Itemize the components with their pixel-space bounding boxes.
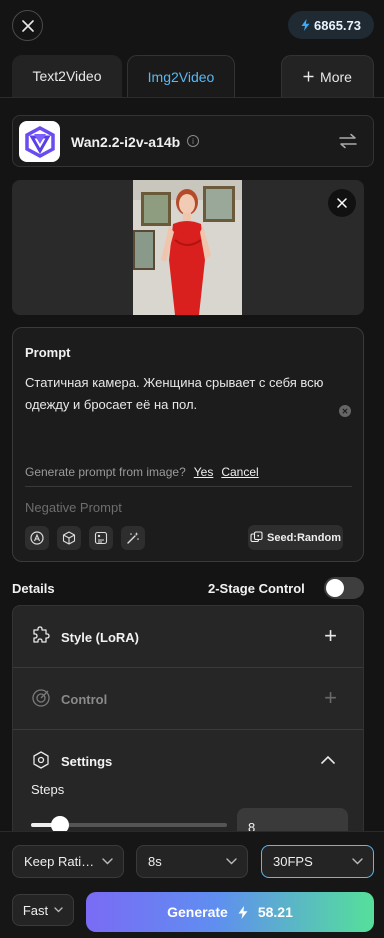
chevron-down-icon [226,858,237,865]
model-selector[interactable]: Wan2.2-i2v-a14b i [12,115,374,167]
settings-label: Settings [61,754,113,769]
tab-img2video[interactable]: Img2Video [127,55,235,97]
uploaded-image-area[interactable] [12,180,364,315]
close-icon [337,198,347,208]
add-style-icon[interactable]: + [324,625,337,647]
generate-label: Generate [167,904,228,920]
model-name: Wan2.2-i2v-a14b [71,134,181,150]
settings-accordion: Style (LoRA) + Control + Settings Steps … [12,605,364,845]
details-label: Details [12,581,55,596]
close-icon [21,19,34,32]
wan-logo-icon [24,125,55,158]
speed-value: Fast [22,902,49,918]
aspect-ratio-value: Keep Rati… [24,854,95,869]
chevron-down-icon [54,907,63,913]
two-stage-label: 2-Stage Control [208,581,305,596]
toggle-knob [326,579,344,597]
chevron-down-icon [352,858,363,865]
prompt-card: Prompt Статичная камера. Женщина срывает… [12,327,364,562]
generate-cost: 58.21 [257,904,293,920]
prompt-label: Prompt [25,345,71,360]
seed-button[interactable]: Seed:Random [248,525,343,550]
aspect-ratio-select[interactable]: Keep Rati… [12,845,124,878]
cube-button[interactable] [57,526,81,550]
generate-button[interactable]: Generate 58.21 [86,892,374,932]
image-prompt-button[interactable] [89,526,113,550]
tab-more[interactable]: More [281,55,374,97]
swap-icon[interactable] [339,133,357,149]
fps-select[interactable]: 30FPS [261,845,374,878]
clear-prompt-icon[interactable]: ✕ [339,405,351,417]
tab-more-label: More [320,68,352,85]
bottom-bar: Keep Rati… 8s 30FPS Fast Generate 58.21 [0,831,384,938]
plus-icon [303,71,314,82]
tab-text2video[interactable]: Text2Video [12,55,122,97]
magic-wand-icon [127,532,139,544]
chevron-down-icon [102,858,113,865]
accordion-control[interactable]: Control + [13,668,363,730]
generate-cancel-link[interactable]: Cancel [221,465,258,479]
close-button[interactable] [12,10,43,41]
style-lora-label: Style (LoRA) [61,630,139,645]
chevron-up-icon[interactable] [321,755,335,764]
translate-icon [30,531,44,545]
target-icon [32,689,50,707]
prompt-divider [25,486,352,487]
accordion-settings[interactable]: Settings [13,730,363,792]
uploaded-photo [133,180,242,315]
settings-hexagon-icon [33,751,49,769]
translate-button[interactable] [25,526,49,550]
accordion-style-lora[interactable]: Style (LoRA) + [13,606,363,668]
model-logo [19,121,60,162]
seed-label: Seed:Random [267,531,341,544]
lightning-icon [301,19,310,31]
generate-yes-link[interactable]: Yes [194,465,214,479]
generate-question: Generate prompt from image? [25,465,186,479]
dice-icon [250,531,263,543]
credits-value: 6865.73 [314,17,361,33]
remove-image-button[interactable] [328,189,356,217]
add-control-icon[interactable]: + [324,687,337,709]
prompt-textarea[interactable]: Статичная камера. Женщина срывает с себя… [25,372,325,416]
credits-badge[interactable]: 6865.73 [288,11,374,39]
two-stage-toggle[interactable] [324,577,364,599]
generate-from-image-row: Generate prompt from image? Yes Cancel [25,465,259,479]
puzzle-icon [33,626,50,643]
duration-value: 8s [148,854,162,869]
duration-select[interactable]: 8s [136,845,248,878]
magic-wand-button[interactable] [121,526,145,550]
control-label: Control [61,692,108,707]
fps-value: 30FPS [273,854,313,869]
negative-prompt-input[interactable]: Negative Prompt [25,500,122,515]
lightning-icon [238,905,248,919]
steps-label: Steps [31,782,65,797]
tabs-divider [0,97,384,98]
image-text-icon [94,531,108,545]
info-icon[interactable]: i [187,135,199,147]
cube-icon [62,531,76,545]
speed-select[interactable]: Fast [12,894,74,926]
